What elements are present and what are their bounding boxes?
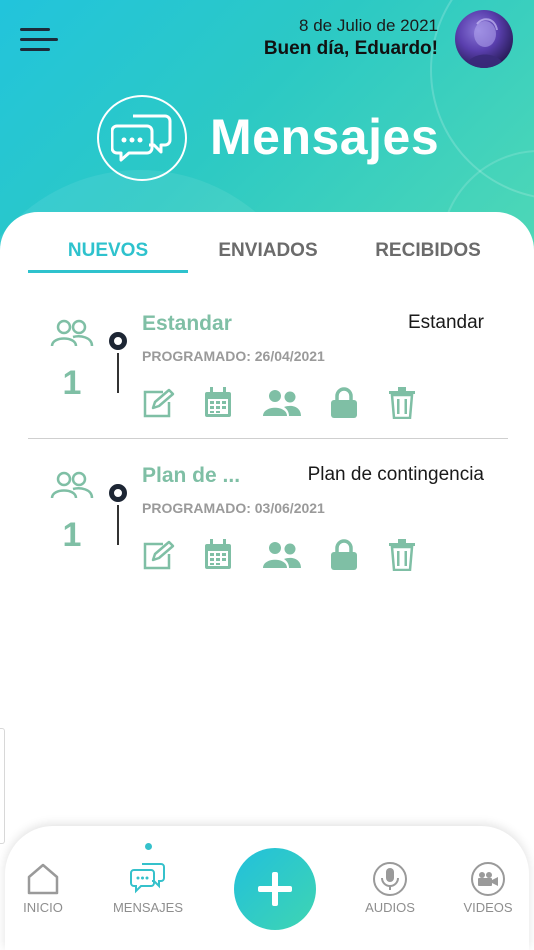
greeting-text: Buen día, Eduardo! bbox=[263, 38, 438, 59]
tab-active-indicator bbox=[28, 270, 188, 273]
message-item[interactable]: 1 Estandar Estandar PROGRAMADO: 26/04/20… bbox=[28, 312, 508, 458]
nav-label: INICIO bbox=[23, 900, 63, 915]
tab-nuevos[interactable]: NUEVOS bbox=[28, 240, 188, 262]
add-button[interactable] bbox=[234, 848, 316, 930]
message-name: Estandar bbox=[142, 312, 232, 335]
trash-icon[interactable] bbox=[384, 538, 420, 572]
users-icon[interactable] bbox=[260, 538, 304, 572]
nav-videos[interactable]: VIDEOS bbox=[448, 862, 528, 915]
edit-icon[interactable] bbox=[140, 386, 176, 420]
users-icon[interactable] bbox=[260, 386, 304, 420]
lock-icon[interactable] bbox=[326, 386, 362, 420]
tab-enviados[interactable]: ENVIADOS bbox=[188, 240, 348, 262]
active-indicator bbox=[145, 843, 152, 850]
side-handle[interactable] bbox=[0, 728, 5, 844]
message-type: Estandar bbox=[407, 312, 484, 333]
user-avatar[interactable] bbox=[455, 10, 513, 68]
nav-mensajes[interactable]: MENSAJES bbox=[108, 862, 188, 915]
home-icon bbox=[3, 862, 83, 896]
recipient-count: 1 bbox=[62, 516, 82, 554]
edit-icon[interactable] bbox=[140, 538, 176, 572]
scheduled-date: PROGRAMADO: 03/06/2021 bbox=[142, 500, 325, 516]
calendar-icon[interactable] bbox=[200, 538, 236, 572]
message-item[interactable]: 1 Plan de ... Plan de contingencia PROGR… bbox=[28, 464, 508, 610]
timeline-dot bbox=[109, 332, 127, 350]
nav-audios[interactable]: AUDIOS bbox=[350, 862, 430, 915]
nav-label: AUDIOS bbox=[365, 900, 415, 915]
nav-label: VIDEOS bbox=[463, 900, 513, 915]
video-camera-icon bbox=[471, 862, 505, 896]
recipient-count: 1 bbox=[62, 364, 82, 402]
timeline-line bbox=[117, 353, 119, 393]
page-title: Mensajes bbox=[210, 109, 440, 165]
timeline-line bbox=[117, 505, 119, 545]
lock-icon[interactable] bbox=[326, 538, 362, 572]
menu-icon[interactable] bbox=[20, 26, 60, 54]
nav-label: MENSAJES bbox=[112, 900, 184, 915]
divider bbox=[28, 438, 508, 439]
nav-inicio[interactable]: INICIO bbox=[3, 862, 83, 915]
calendar-icon[interactable] bbox=[200, 386, 236, 420]
trash-icon[interactable] bbox=[384, 386, 420, 420]
message-type: Plan de contingencia bbox=[307, 464, 484, 485]
chat-bubbles-icon bbox=[97, 95, 187, 181]
group-icon bbox=[50, 318, 94, 353]
message-name: Plan de ... bbox=[142, 464, 241, 487]
tab-bar: NUEVOS ENVIADOS RECIBIDOS bbox=[28, 240, 508, 274]
group-icon bbox=[50, 470, 94, 505]
chat-bubbles-icon bbox=[108, 862, 188, 896]
scheduled-date: PROGRAMADO: 26/04/2021 bbox=[142, 348, 325, 364]
timeline-dot bbox=[109, 484, 127, 502]
plus-icon bbox=[258, 872, 292, 906]
microphone-icon bbox=[373, 862, 407, 896]
date-text: 8 de Julio de 2021 bbox=[299, 16, 438, 35]
tab-recibidos[interactable]: RECIBIDOS bbox=[348, 240, 508, 262]
